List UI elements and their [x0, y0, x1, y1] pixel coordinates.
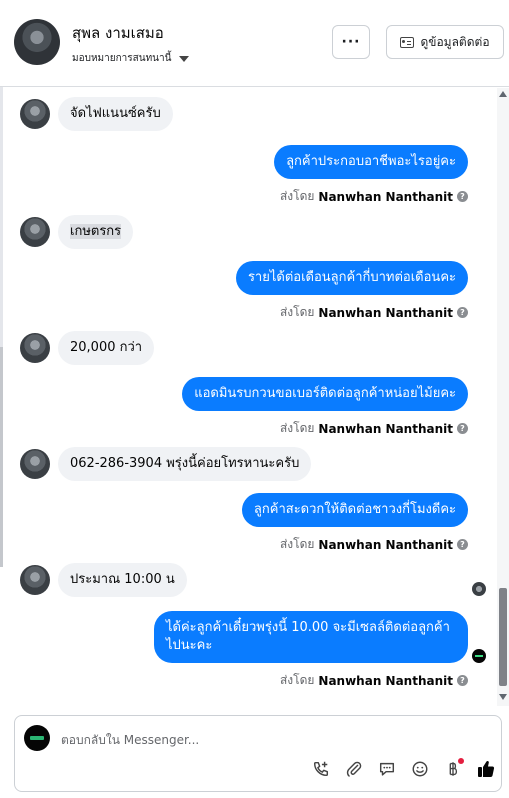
incoming-message: 062-286-3904 พรุ่งนี้ค่อยโทรหานะครับ — [20, 447, 312, 481]
view-contact-info-button[interactable]: ดูข้อมูลติดต่อ — [386, 25, 504, 59]
more-dots-icon: ··· — [341, 34, 361, 50]
incoming-bubble[interactable]: ประมาณ 10:00 น — [58, 563, 187, 597]
baht-icon[interactable] — [442, 758, 464, 780]
sender-name[interactable]: Nanwhan Nanthanit — [318, 306, 453, 320]
sent-by-line: ส่งโดย Nanwhan Nanthanit ? — [280, 671, 468, 690]
incoming-bubble[interactable]: เกษตรกร — [58, 215, 134, 249]
sender-avatar — [20, 333, 50, 363]
incoming-message: 20,000 กว่า — [20, 331, 155, 365]
sent-by-line: ส่งโดย Nanwhan Nanthanit ? — [280, 419, 468, 438]
outgoing-message: ได้ค่ะลูกค้าเดี๋ยวพรุ่งนี้ 10.00 จะมีเซล… — [154, 611, 468, 690]
help-icon[interactable]: ? — [457, 539, 468, 550]
composer-toolbar — [310, 758, 497, 780]
incoming-bubble[interactable]: 062-286-3904 พรุ่งนี้ค่อยโทรหานะครับ — [58, 447, 312, 481]
chat-bubble-icon[interactable] — [376, 758, 398, 780]
assign-conversation-dropdown[interactable]: มอบหมายการสนทนานี้ — [72, 51, 190, 66]
sender-name[interactable]: Nanwhan Nanthanit — [318, 190, 453, 204]
sent-by-prefix: ส่งโดย — [279, 305, 315, 319]
outgoing-bubble[interactable]: รายได้ต่อเดือนลูกค้ากี่บาทต่อเดือนคะ — [235, 261, 468, 295]
smiley-icon[interactable] — [409, 758, 431, 780]
caret-down-icon — [179, 55, 190, 62]
incoming-message: จัดไฟแนนซ์ครับ — [20, 97, 173, 131]
sent-by-prefix: ส่งโดย — [279, 189, 315, 203]
outgoing-message: รายได้ต่อเดือนลูกค้ากี่บาทต่อเดือนคะ ส่ง… — [235, 261, 468, 322]
delivered-indicator — [472, 649, 486, 663]
outgoing-message: แอดมินรบกวนขอเบอร์ติดต่อลูกค้าหน่อยไม้ยค… — [182, 377, 468, 438]
sender-avatar — [20, 99, 50, 129]
incoming-bubble[interactable]: จัดไฟแนนซ์ครับ — [58, 97, 173, 131]
scroll-down-arrow-icon[interactable] — [499, 694, 507, 700]
sent-by-prefix: ส่งโดย — [279, 537, 315, 551]
outgoing-bubble[interactable]: ลูกค้าประกอบอาชีพอะไรอยู่คะ — [274, 145, 468, 179]
phone-plus-icon[interactable] — [310, 758, 332, 780]
incoming-text-highlighted: เกษตรกร — [70, 224, 122, 239]
sent-by-line: ส่งโดย Nanwhan Nanthanit ? — [280, 535, 468, 554]
seen-indicator-avatar — [472, 582, 486, 596]
incoming-bubble[interactable]: 20,000 กว่า — [58, 331, 155, 365]
incoming-message: เกษตรกร — [20, 215, 134, 249]
thread-scrollbar[interactable] — [497, 88, 509, 706]
sender-avatar — [20, 217, 50, 247]
notification-dot — [458, 758, 464, 764]
help-icon[interactable]: ? — [457, 675, 468, 686]
sender-name[interactable]: Nanwhan Nanthanit — [318, 538, 453, 552]
outgoing-message: ลูกค้าสะดวกให้ติดต่อชาวงกี่โมงดีคะ ส่งโด… — [241, 493, 468, 554]
id-card-icon — [400, 36, 415, 48]
sender-name[interactable]: Nanwhan Nanthanit — [318, 422, 453, 436]
contact-name[interactable]: สุพล งามเสมอ — [72, 21, 164, 45]
sender-name[interactable]: Nanwhan Nanthanit — [318, 674, 453, 688]
scroll-thumb[interactable] — [499, 588, 507, 686]
sent-by-prefix: ส่งโดย — [279, 673, 315, 687]
outgoing-message: ลูกค้าประกอบอาชีพอะไรอยู่คะ ส่งโดย Nanwh… — [274, 145, 468, 206]
paperclip-icon[interactable] — [343, 758, 365, 780]
outgoing-bubble[interactable]: ได้ค่ะลูกค้าเดี๋ยวพรุ่งนี้ 10.00 จะมีเซล… — [154, 611, 468, 663]
conversation-header: สุพล งามเสมอ มอบหมายการสนทนานี้ ··· ดูข้… — [0, 0, 509, 87]
page-avatar — [24, 725, 50, 751]
sent-by-line: ส่งโดย Nanwhan Nanthanit ? — [280, 303, 468, 322]
outgoing-bubble[interactable]: ลูกค้าสะดวกให้ติดต่อชาวงกี่โมงดีคะ — [241, 493, 468, 527]
help-icon[interactable]: ? — [457, 307, 468, 318]
more-options-button[interactable]: ··· — [332, 25, 370, 59]
thumbs-up-icon[interactable] — [475, 758, 497, 780]
sent-by-line: ส่งโดย Nanwhan Nanthanit ? — [280, 187, 468, 206]
sender-avatar — [20, 449, 50, 479]
help-icon[interactable]: ? — [457, 191, 468, 202]
reply-composer — [14, 715, 502, 792]
outgoing-bubble[interactable]: แอดมินรบกวนขอเบอร์ติดต่อลูกค้าหน่อยไม้ยค… — [182, 377, 468, 411]
contact-avatar[interactable] — [14, 19, 60, 65]
view-contact-info-label: ดูข้อมูลติดต่อ — [420, 34, 490, 49]
sent-by-prefix: ส่งโดย — [279, 421, 315, 435]
help-icon[interactable]: ? — [457, 423, 468, 434]
scroll-up-arrow-icon[interactable] — [499, 91, 507, 97]
message-thread[interactable]: จัดไฟแนนซ์ครับ ลูกค้าประกอบอาชีพอะไรอยู่… — [0, 88, 496, 706]
assign-conversation-label: มอบหมายการสนทนานี้ — [72, 53, 172, 64]
reply-input[interactable] — [61, 730, 481, 750]
incoming-message: ประมาณ 10:00 น — [20, 563, 187, 597]
sender-avatar — [20, 565, 50, 595]
